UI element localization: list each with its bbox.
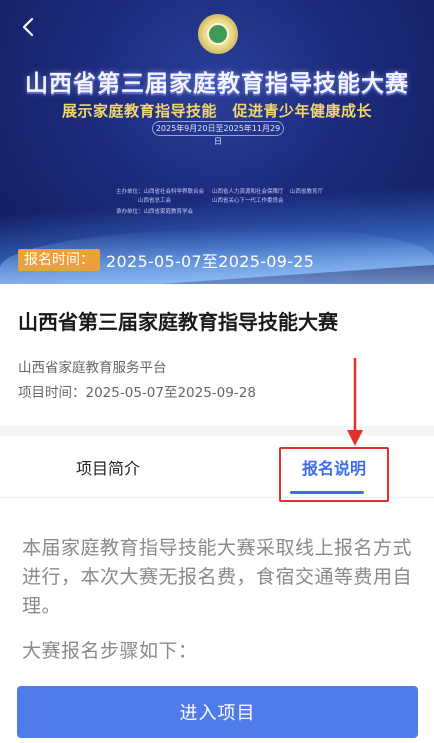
banner-organizer: 主办单位：山西省社会科学界联合会 bbox=[116, 189, 205, 195]
chevron-left-icon[interactable] bbox=[18, 16, 40, 38]
registration-label: 报名时间： bbox=[18, 249, 100, 271]
banner-organizer: 山西省关心下一代工作委员会 bbox=[212, 198, 284, 204]
banner-date-range: 2025年9月20日至2025年11月29日 bbox=[152, 121, 284, 146]
page-title: 山西省第三届家庭教育指导技能大赛 bbox=[18, 310, 338, 334]
annotation-highlight-box bbox=[279, 447, 389, 502]
banner-organizer: 山西省总工会 bbox=[138, 198, 172, 204]
banner-organizer: 承办单位：山西省家庭教育学会 bbox=[116, 209, 194, 215]
project-organizer: 山西省家庭教育服务平台 bbox=[18, 360, 167, 376]
contest-emblem-icon bbox=[198, 14, 238, 54]
registration-value: 2025-05-07至2025-09-25 bbox=[106, 252, 315, 271]
registration-period: 报名时间： 2025-05-07至2025-09-25 bbox=[18, 248, 314, 272]
event-banner: 山西省第三届家庭教育指导技能大赛 展示家庭教育指导技能 促进青少年健康成长 20… bbox=[0, 0, 434, 284]
description-paragraph: 本届家庭教育指导技能大赛采取线上报名方式进行，本次大赛无报名费，食宿交通等费用自… bbox=[22, 537, 413, 617]
banner-title: 山西省第三届家庭教育指导技能大赛 bbox=[25, 70, 409, 97]
project-time: 项目时间：2025-05-07至2025-09-28 bbox=[18, 385, 256, 401]
registration-description: 本届家庭教育指导技能大赛采取线上报名方式进行，本次大赛无报名费，食宿交通等费用自… bbox=[22, 534, 414, 666]
banner-organizer: 山西省教育厅 bbox=[290, 189, 324, 195]
banner-subtitle: 展示家庭教育指导技能 促进青少年健康成长 bbox=[61, 102, 372, 120]
tab-project-intro[interactable]: 项目简介 bbox=[40, 436, 176, 498]
annotation-arrow-icon bbox=[347, 358, 363, 446]
steps-heading: 大赛报名步骤如下： bbox=[22, 640, 198, 662]
enter-project-button[interactable]: 进入项目 bbox=[17, 686, 418, 738]
banner-organizer: 山西省人力资源和社会保障厅 bbox=[212, 189, 284, 195]
